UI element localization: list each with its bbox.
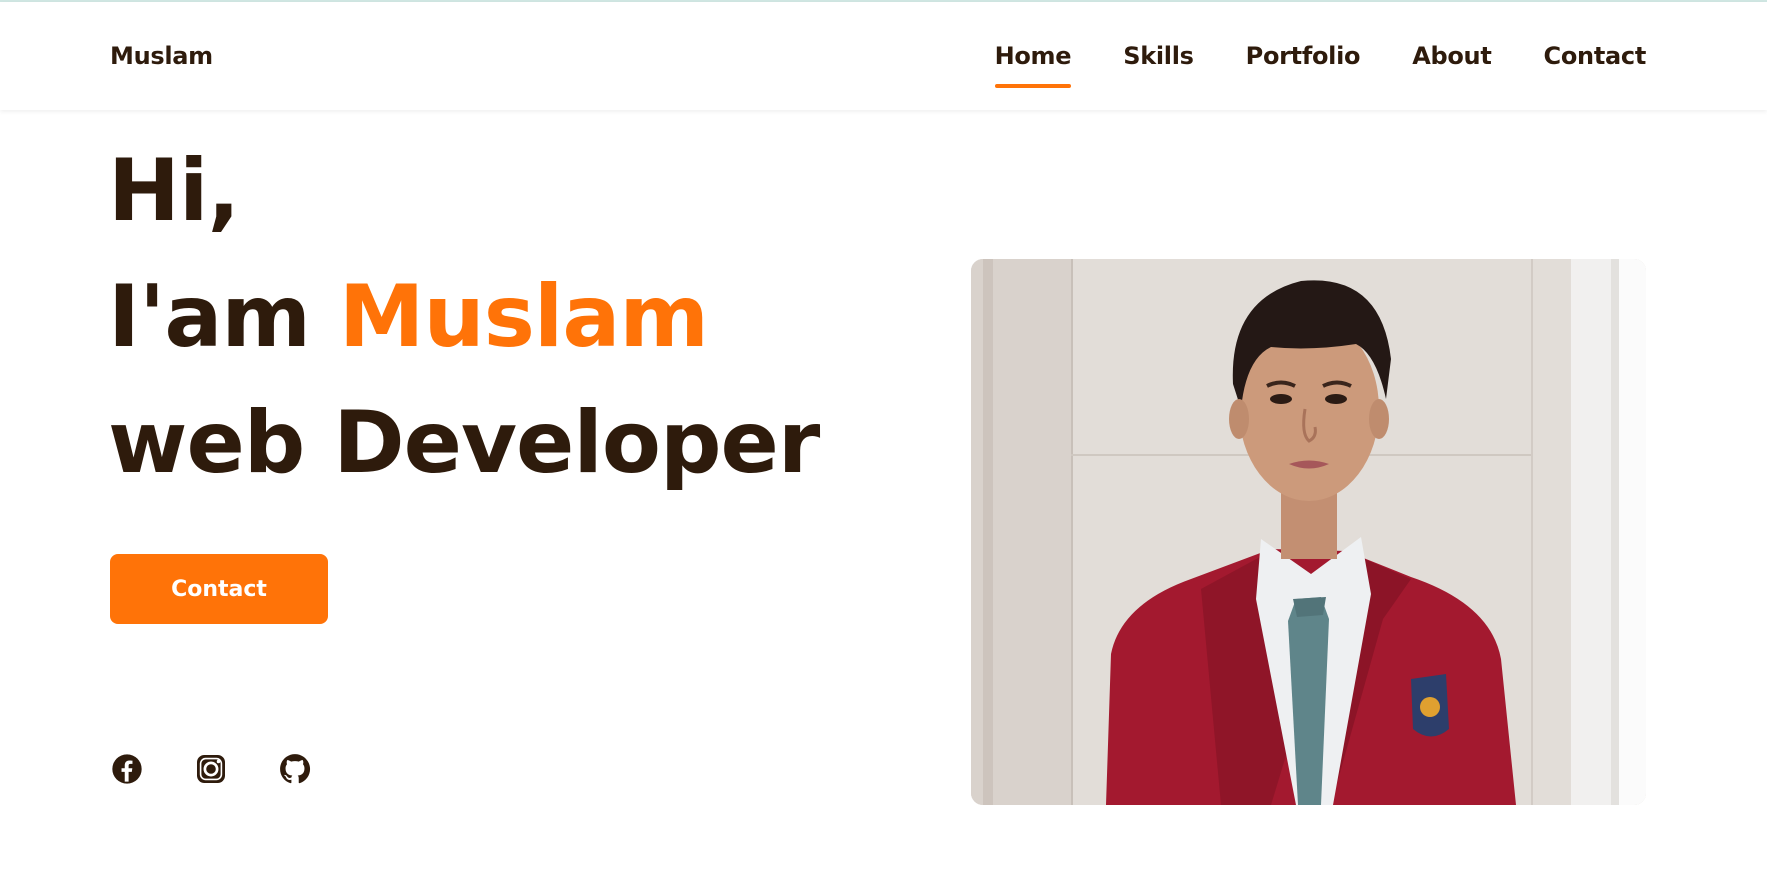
github-link[interactable] <box>278 752 312 786</box>
github-icon <box>280 754 311 784</box>
hero-name: Muslam <box>338 267 709 367</box>
nav-contact[interactable]: Contact <box>1544 42 1647 70</box>
contact-button[interactable]: Contact <box>110 554 328 624</box>
hero-intro: I'am Muslam <box>108 254 819 380</box>
profile-photo <box>971 259 1646 805</box>
nav-about[interactable]: About <box>1412 42 1492 70</box>
hero-greeting: Hi, <box>108 141 240 241</box>
instagram-link[interactable] <box>194 752 228 786</box>
social-links <box>110 752 362 786</box>
nav-skills[interactable]: Skills <box>1123 42 1194 70</box>
site-header: Muslam Home Skills Portfolio About Conta… <box>0 2 1767 110</box>
site-logo[interactable]: Muslam <box>110 42 213 70</box>
instagram-icon <box>197 755 225 783</box>
facebook-link[interactable] <box>110 752 144 786</box>
profile-photo-illustration <box>971 259 1646 805</box>
hero-role: web Developer <box>108 393 820 493</box>
facebook-icon <box>112 754 142 784</box>
main-nav: Home Skills Portfolio About Contact <box>943 42 1647 88</box>
nav-home[interactable]: Home <box>994 42 1072 88</box>
nav-portfolio[interactable]: Portfolio <box>1246 42 1361 70</box>
hero-intro-prefix: I'am <box>108 267 339 367</box>
hero-heading: Hi, I'am Muslam web Developer <box>108 128 820 506</box>
